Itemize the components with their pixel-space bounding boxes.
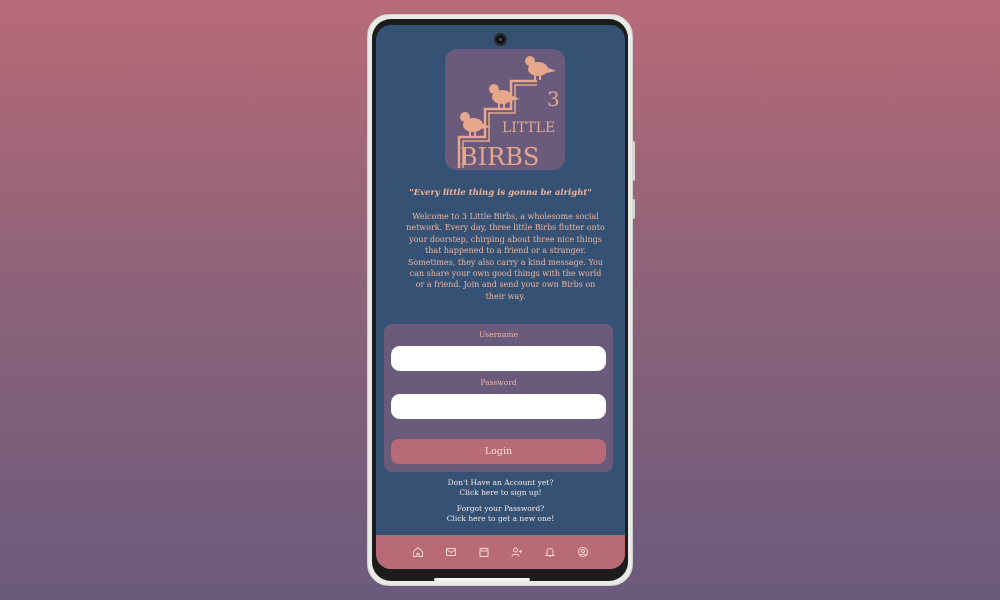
- bell-icon: [544, 547, 556, 557]
- username-label: Username: [478, 330, 519, 339]
- login-button[interactable]: Login: [391, 439, 606, 464]
- add-user-icon: [511, 547, 522, 557]
- tagline: "Every little thing is gonna be alright": [409, 188, 592, 198]
- forgot-link-group: Forgot your Password? Click here to get …: [376, 504, 625, 524]
- welcome-text: Welcome to 3 Little Birbs, a wholesome s…: [406, 212, 605, 301]
- nav-messages[interactable]: [445, 546, 458, 559]
- power-button: [632, 199, 635, 219]
- nav-add-friend[interactable]: [511, 546, 524, 559]
- profile-icon: [578, 547, 588, 557]
- calendar-icon: [479, 547, 489, 557]
- signup-link-group: Don't Have an Account yet? Click here to…: [376, 478, 625, 498]
- forgot-link[interactable]: Click here to get a new one!: [376, 514, 625, 524]
- front-camera: [494, 33, 507, 46]
- forgot-prompt: Forgot your Password?: [456, 504, 545, 513]
- home-icon: [413, 546, 423, 557]
- app-logo: 3 LITTLE BIRBS: [445, 49, 565, 170]
- logo-number: 3: [547, 87, 560, 111]
- signup-link[interactable]: Click here to sign up!: [376, 488, 625, 498]
- signup-prompt: Don't Have an Account yet?: [447, 478, 554, 487]
- logo-word-small: LITTLE: [502, 120, 555, 136]
- birbs-logo-icon: 3 LITTLE BIRBS: [457, 56, 560, 170]
- password-label: Password: [480, 378, 517, 387]
- password-input[interactable]: [391, 394, 606, 419]
- username-input[interactable]: [391, 346, 606, 371]
- app-screen: 3 LITTLE BIRBS "Every little thing is go…: [376, 25, 625, 569]
- bottom-nav: [376, 535, 625, 569]
- login-card: Username Password Login: [384, 324, 613, 472]
- nav-notifications[interactable]: [544, 546, 557, 559]
- volume-button: [632, 141, 635, 181]
- mail-icon: [446, 548, 456, 556]
- nav-profile[interactable]: [577, 546, 590, 559]
- logo-word-big: BIRBS: [460, 143, 539, 170]
- nav-calendar[interactable]: [478, 546, 491, 559]
- nav-home[interactable]: [412, 546, 425, 559]
- home-indicator: [434, 578, 530, 581]
